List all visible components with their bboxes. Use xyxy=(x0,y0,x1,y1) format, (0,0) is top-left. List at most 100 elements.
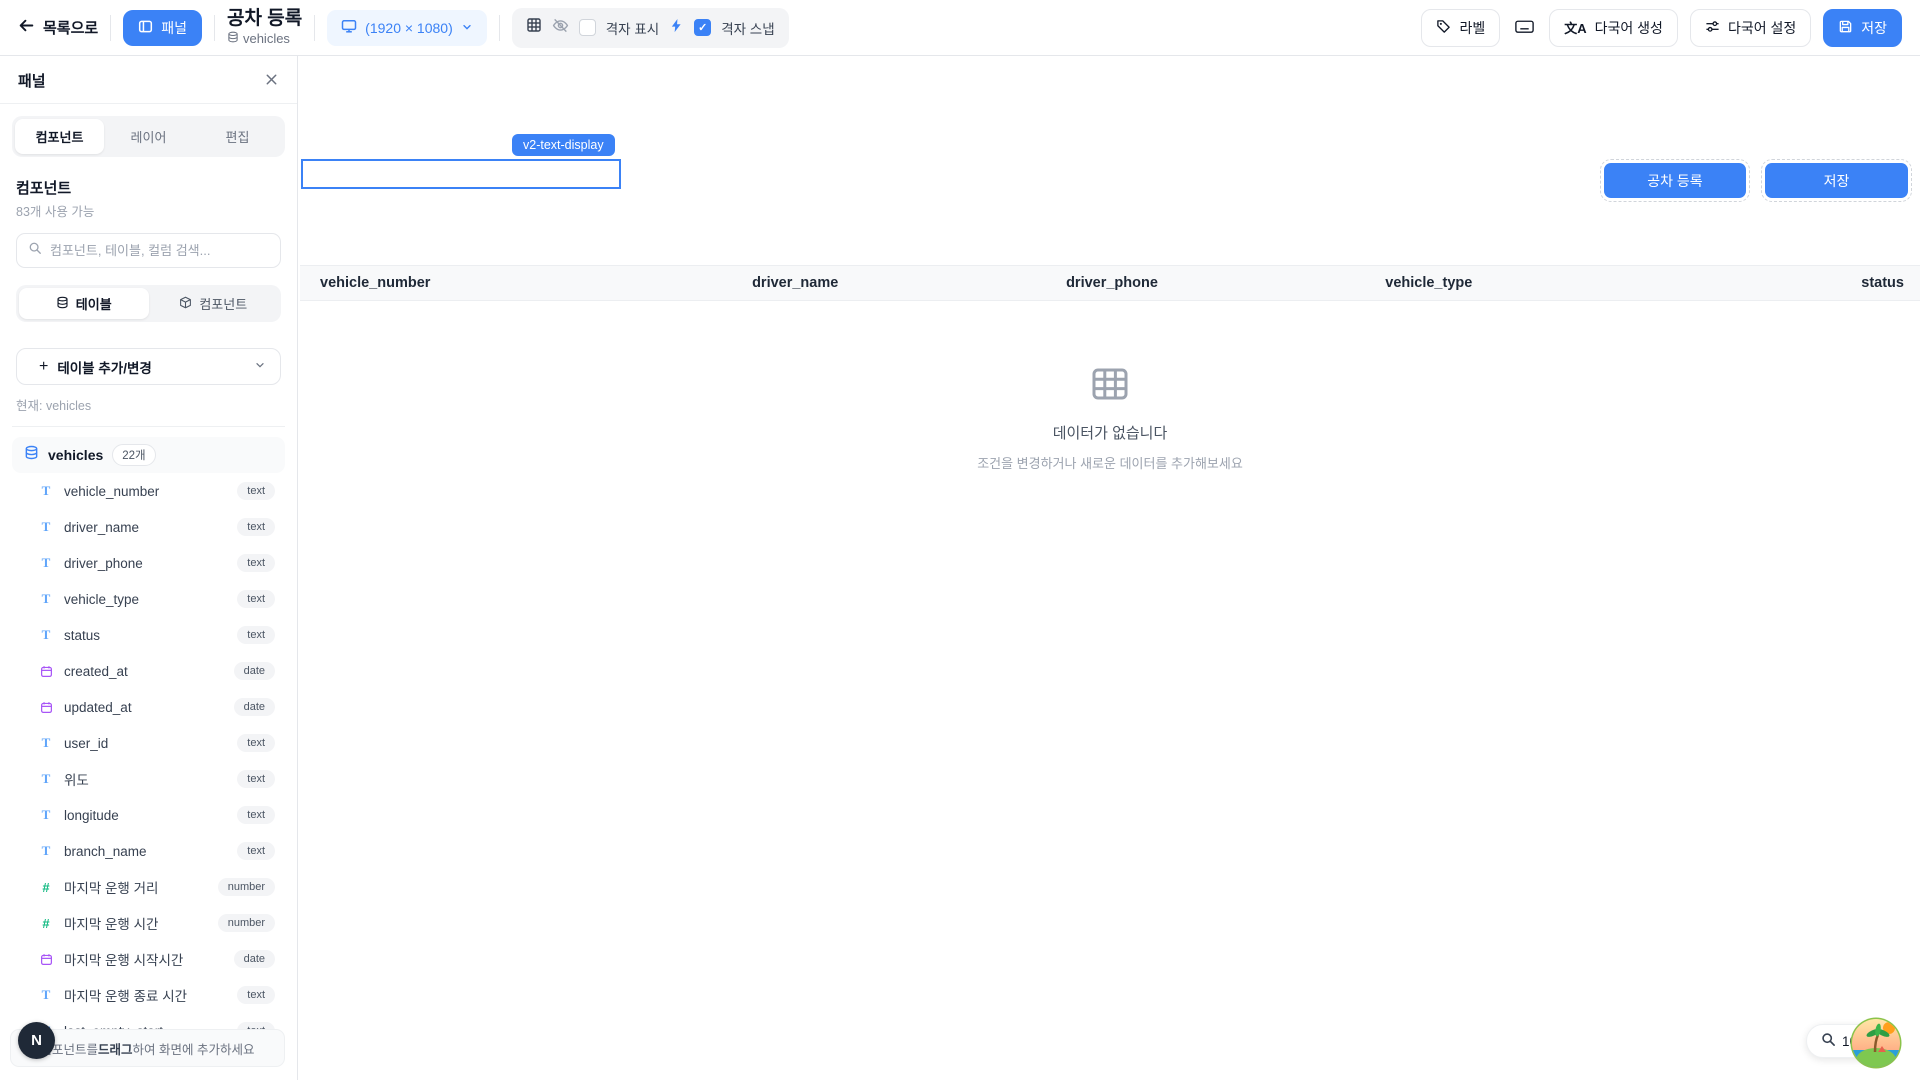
editor-canvas[interactable]: v2-text-display 공차 등록 저장 vehicle_number … xyxy=(298,56,1920,1080)
empty-state: 데이터가 없습니다 조건을 변경하거나 새로운 데이터를 추가해보세요 xyxy=(300,356,1920,472)
text-field-icon: T xyxy=(38,771,54,787)
toggle-components[interactable]: 컴포넌트 xyxy=(149,288,279,319)
user-avatar[interactable]: N xyxy=(18,1022,55,1059)
field-type-badge: text xyxy=(237,986,275,1004)
panel-button-label: 패널 xyxy=(161,18,187,38)
chevron-down-icon xyxy=(254,359,266,374)
page-title: 공차 등록 xyxy=(227,8,302,30)
date-field-icon xyxy=(38,665,54,678)
field-row[interactable]: # 마지막 운행 거리 number xyxy=(12,869,285,905)
field-type-badge: text xyxy=(237,554,275,572)
database-icon xyxy=(56,296,69,312)
field-type-badge: text xyxy=(237,770,275,788)
tab-layers[interactable]: 레이어 xyxy=(104,119,193,154)
column-header: vehicle_number xyxy=(300,275,637,291)
resolution-value: (1920 × 1080) xyxy=(365,20,453,36)
date-field-icon xyxy=(38,701,54,714)
empty-state-subtitle: 조건을 변경하거나 새로운 데이터를 추가해보세요 xyxy=(977,453,1243,472)
field-type-badge: text xyxy=(237,482,275,500)
field-row[interactable]: # 마지막 운행 시간 number xyxy=(12,905,285,941)
divider xyxy=(110,15,111,41)
drag-hint-suffix: 하여 화면에 추가하세요 xyxy=(133,1039,255,1058)
field-type-badge: text xyxy=(237,518,275,536)
table-name: vehicles xyxy=(48,447,103,463)
i18n-generate-button[interactable]: 文A 다국어 생성 xyxy=(1549,9,1678,47)
column-header: vehicle_type xyxy=(1270,275,1587,291)
text-field-icon: T xyxy=(38,627,54,643)
field-type-badge: number xyxy=(218,878,275,896)
field-type-badge: text xyxy=(237,806,275,824)
field-row[interactable]: T vehicle_type text xyxy=(12,581,285,617)
monitor-icon xyxy=(341,18,357,37)
plus-icon: + xyxy=(39,358,48,376)
resolution-selector[interactable]: (1920 × 1080) xyxy=(327,10,487,46)
keyboard-icon xyxy=(1514,16,1535,40)
field-type-badge: text xyxy=(237,734,275,752)
field-row[interactable]: T driver_phone text xyxy=(12,545,285,581)
grid-show-checkbox[interactable] xyxy=(579,19,596,36)
field-row[interactable]: T 마지막 운행 종료 시간 text xyxy=(12,977,285,1013)
current-table-label: 현재: vehicles xyxy=(16,395,281,414)
selected-component-label: v2-text-display xyxy=(512,134,615,156)
field-row[interactable]: 마지막 운행 시작시간 date xyxy=(12,941,285,977)
field-type-badge: date xyxy=(234,698,275,716)
table-row-vehicles[interactable]: vehicles 22개 xyxy=(12,437,285,473)
column-header: status xyxy=(1587,275,1920,291)
data-table-header[interactable]: vehicle_number driver_name driver_phone … xyxy=(300,265,1920,301)
add-change-table-button[interactable]: + 테이블 추가/변경 xyxy=(16,348,281,385)
empty-state-title: 데이터가 없습니다 xyxy=(1053,422,1168,443)
back-to-list-button[interactable]: 목록으로 xyxy=(18,17,98,38)
field-row[interactable]: updated_at date xyxy=(12,689,285,725)
grid-snap-checkbox[interactable]: ✓ xyxy=(694,19,711,36)
divider xyxy=(12,426,285,427)
toggle-tables-label: 테이블 xyxy=(76,294,112,313)
field-row[interactable]: T driver_name text xyxy=(12,509,285,545)
add-table-label: 테이블 추가/변경 xyxy=(57,357,151,377)
field-type-badge: date xyxy=(234,950,275,968)
sliders-icon xyxy=(1705,19,1720,37)
magnifier-icon xyxy=(1821,1032,1836,1050)
field-type-badge: number xyxy=(218,914,275,932)
field-row[interactable]: T 위도 text xyxy=(12,761,285,797)
date-field-icon xyxy=(38,953,54,966)
toggle-components-label: 컴포넌트 xyxy=(199,294,247,313)
i18n-settings-button[interactable]: 다국어 설정 xyxy=(1690,9,1811,47)
search-icon xyxy=(28,241,42,260)
field-row[interactable]: T user_id text xyxy=(12,725,285,761)
app-root: 목록으로 패널 공차 등록 vehicles xyxy=(0,0,1920,1080)
field-row[interactable]: created_at date xyxy=(12,653,285,689)
field-row[interactable]: T status text xyxy=(12,617,285,653)
field-type-badge: date xyxy=(234,662,275,680)
text-field-icon: T xyxy=(38,735,54,751)
save-icon xyxy=(1838,19,1853,37)
source-toggle: 테이블 컴포넌트 xyxy=(16,285,281,322)
field-row[interactable]: T branch_name text xyxy=(12,833,285,869)
keyboard-shortcuts-button[interactable] xyxy=(1512,16,1537,40)
panel-toggle-button[interactable]: 패널 xyxy=(123,10,202,46)
text-field-icon: T xyxy=(38,519,54,535)
panel-close-button[interactable] xyxy=(264,72,279,90)
chevron-down-icon xyxy=(461,20,473,36)
field-row[interactable]: T longitude text xyxy=(12,797,285,833)
island-widget-button[interactable] xyxy=(1849,1016,1903,1070)
canvas-save-button[interactable]: 저장 xyxy=(1765,163,1908,198)
save-button[interactable]: 저장 xyxy=(1823,9,1902,47)
tab-edit[interactable]: 편집 xyxy=(193,119,282,154)
i18n-settings-label: 다국어 설정 xyxy=(1728,18,1796,38)
toggle-tables[interactable]: 테이블 xyxy=(19,288,149,319)
bound-table-name: vehicles xyxy=(243,32,290,47)
eye-off-icon xyxy=(552,17,569,39)
panel-title: 패널 xyxy=(18,70,46,91)
column-count-badge: 22개 xyxy=(112,444,155,466)
canvas-register-button[interactable]: 공차 등록 xyxy=(1604,163,1746,198)
search-input[interactable] xyxy=(50,243,269,258)
tab-components[interactable]: 컴포넌트 xyxy=(15,119,104,154)
panel-tabs: 컴포넌트 레이어 편집 xyxy=(12,116,285,157)
field-type-badge: text xyxy=(237,842,275,860)
selected-text-display-component[interactable] xyxy=(301,159,621,189)
field-row[interactable]: T vehicle_number text xyxy=(12,473,285,509)
column-header: driver_phone xyxy=(954,275,1271,291)
label-button[interactable]: 라벨 xyxy=(1421,9,1500,47)
components-section-title: 컴포넌트 xyxy=(16,177,281,198)
back-arrow-icon xyxy=(18,17,35,38)
